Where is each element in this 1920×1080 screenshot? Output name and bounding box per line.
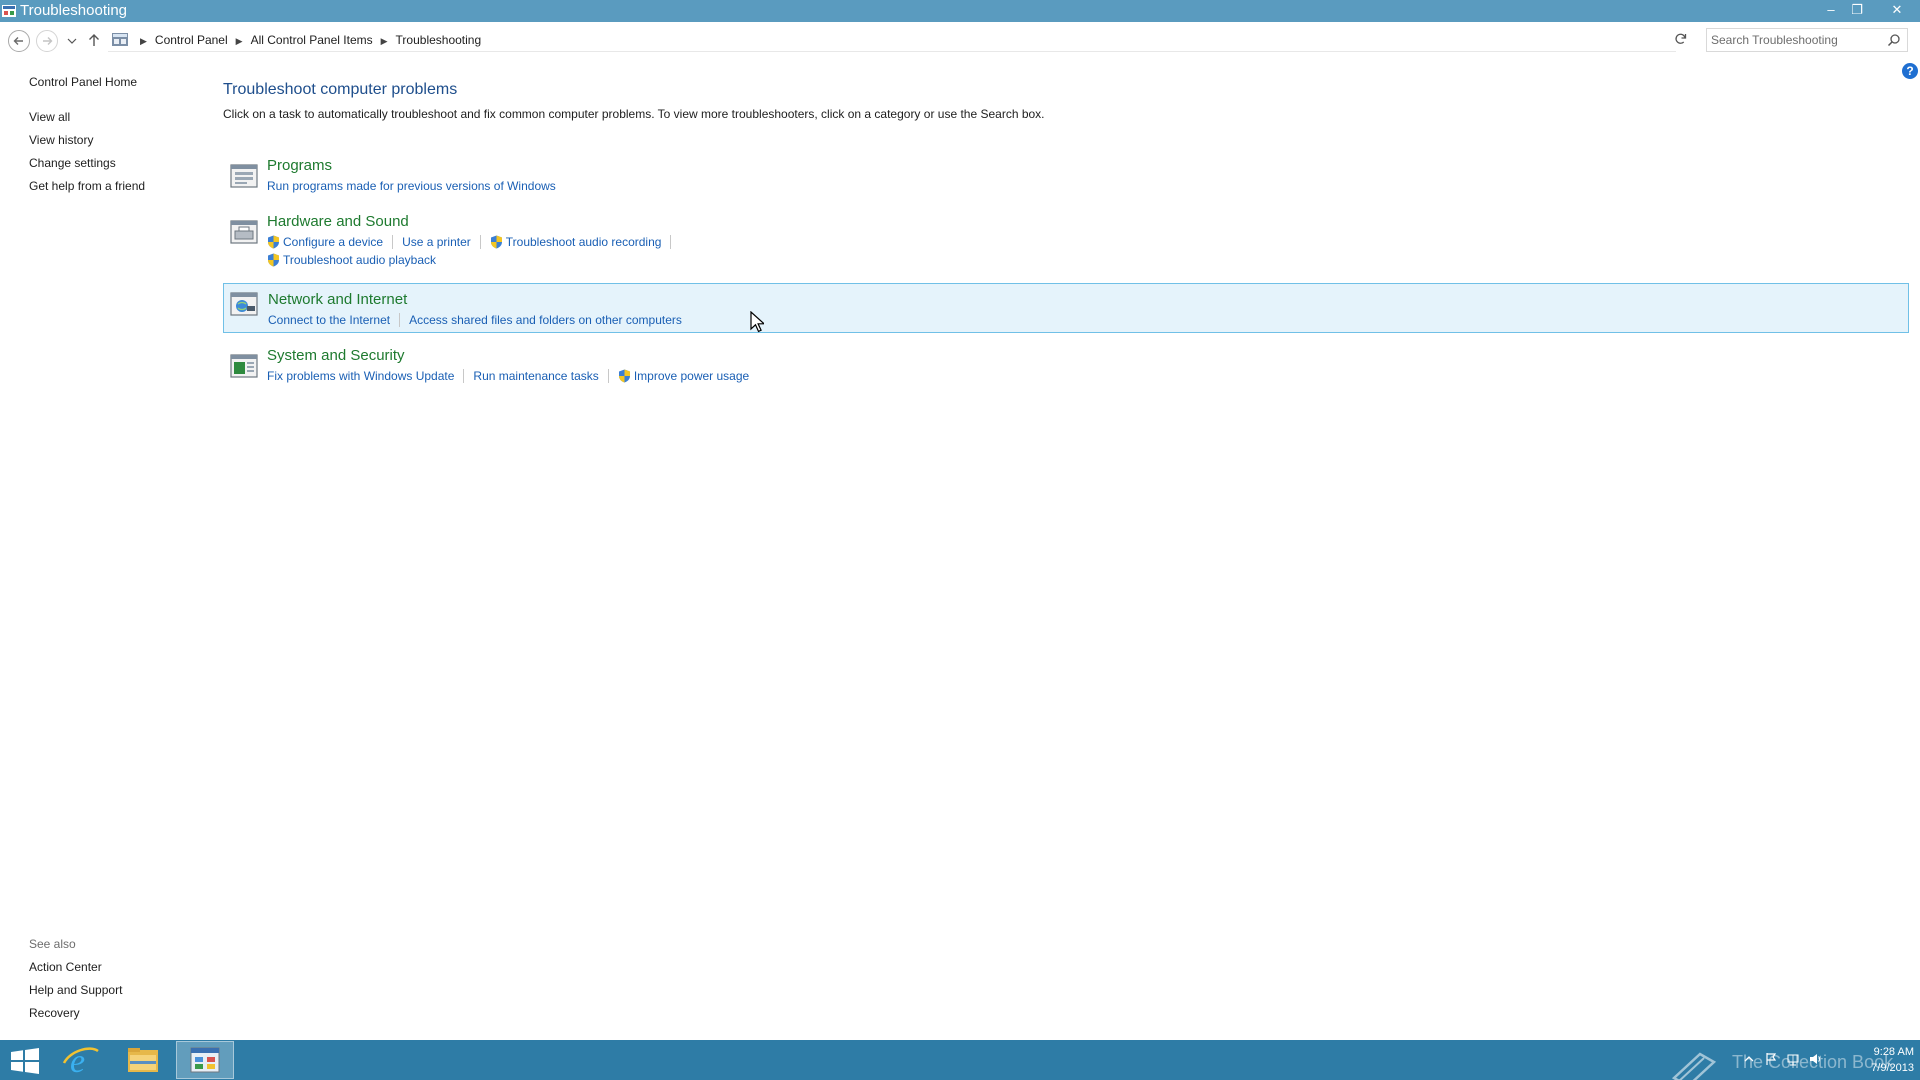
- breadcrumb-control-panel[interactable]: Control Panel: [155, 33, 228, 47]
- close-button[interactable]: ✕: [1880, 0, 1914, 20]
- chevron-right-icon[interactable]: ▶: [140, 36, 147, 46]
- folder-icon: [128, 1048, 158, 1072]
- search-icon[interactable]: [1887, 33, 1901, 47]
- clock-time: 9:28 AM: [1873, 1046, 1914, 1058]
- get-help-from-friend-link[interactable]: Get help from a friend: [29, 179, 145, 193]
- category-title-system-security[interactable]: System and Security: [267, 347, 405, 364]
- view-all-link[interactable]: View all: [29, 110, 70, 124]
- back-arrow-icon: [13, 37, 23, 45]
- view-history-link[interactable]: View history: [29, 133, 93, 147]
- show-hidden-icons-icon[interactable]: [1742, 1052, 1756, 1066]
- task-power-usage[interactable]: Improve power usage: [634, 369, 749, 383]
- control-panel-home-link[interactable]: Control Panel Home: [29, 75, 137, 89]
- task-divider: [479, 234, 481, 249]
- volume-icon[interactable]: [1808, 1052, 1822, 1066]
- address-bar[interactable]: ▶ Control Panel ▶ All Control Panel Items ▶ T…: [108, 28, 1767, 52]
- windows-start-icon[interactable]: [8, 1048, 42, 1074]
- search-box[interactable]: [1706, 28, 1908, 52]
- see-also-heading: See also: [29, 937, 76, 951]
- category-title-network-internet[interactable]: Network and Internet: [268, 291, 407, 308]
- chevron-right-icon[interactable]: ▶: [381, 36, 388, 46]
- navigation-bar: ▶ Control Panel ▶ All Control Panel Items ▶ T…: [0, 22, 1920, 58]
- recovery-link[interactable]: Recovery: [29, 1006, 80, 1020]
- chevron-right-icon[interactable]: ▶: [236, 36, 243, 46]
- minimize-button[interactable]: –: [1818, 0, 1844, 20]
- clock-date: 7/9/2013: [1871, 1062, 1914, 1074]
- help-icon[interactable]: ?: [1902, 63, 1918, 79]
- taskbar-file-explorer[interactable]: [114, 1041, 172, 1079]
- restore-button[interactable]: ❐: [1844, 0, 1870, 20]
- category-network-internet[interactable]: Network and Internet Connect to the Inte…: [223, 283, 1909, 333]
- task-run-old-programs[interactable]: Run programs made for previous versions …: [267, 179, 556, 193]
- mouse-cursor-icon: [750, 311, 764, 333]
- task-audio-recording[interactable]: Troubleshoot audio recording: [506, 235, 662, 249]
- task-divider: [670, 234, 672, 249]
- up-arrow-icon[interactable]: [86, 32, 102, 48]
- task-divider: [607, 368, 609, 383]
- window-title: Troubleshooting: [20, 2, 128, 19]
- back-button[interactable]: [8, 30, 30, 52]
- task-divider: [392, 234, 394, 249]
- system-tray: [1742, 1052, 1852, 1068]
- task-divider: [463, 368, 465, 383]
- category-title-hardware-sound[interactable]: Hardware and Sound: [267, 213, 409, 230]
- task-audio-playback[interactable]: Troubleshoot audio playback: [283, 253, 436, 267]
- clock[interactable]: 9:28 AM 7/9/2013: [1844, 1044, 1914, 1076]
- category-programs: Programs Run programs made for previous …: [223, 156, 1909, 200]
- breadcrumb: ▶ Control Panel ▶ All Control Panel Items ▶ T…: [132, 33, 481, 47]
- breadcrumb-all-items[interactable]: All Control Panel Items: [251, 33, 373, 47]
- recent-locations-chevron-icon[interactable]: [66, 35, 78, 47]
- internet-explorer-icon: e: [62, 1043, 99, 1080]
- shield-icon: [268, 235, 279, 249]
- action-center-flag-icon[interactable]: [1764, 1052, 1778, 1066]
- control-panel-icon: [2, 5, 16, 17]
- programs-icon: [230, 164, 258, 188]
- task-connect-internet[interactable]: Connect to the Internet: [268, 313, 390, 327]
- title-bar: Troubleshooting – ❐ ✕: [0, 0, 1920, 22]
- network-internet-icon: [230, 292, 258, 316]
- shield-icon: [618, 369, 630, 383]
- task-windows-update[interactable]: Fix problems with Windows Update: [267, 369, 454, 383]
- control-panel-icon: [190, 1047, 220, 1073]
- help-and-support-link[interactable]: Help and Support: [29, 983, 122, 997]
- task-maintenance[interactable]: Run maintenance tasks: [473, 369, 598, 383]
- forward-arrow-icon: [43, 37, 53, 45]
- control-panel-icon: [112, 33, 128, 46]
- action-center-link[interactable]: Action Center: [29, 960, 102, 974]
- left-pane: Control Panel Home View all View history…: [0, 60, 200, 1040]
- task-use-printer[interactable]: Use a printer: [402, 235, 471, 249]
- task-divider: [399, 312, 401, 327]
- category-hardware-sound: Hardware and Sound Configure a device Use…: [223, 212, 1909, 274]
- system-security-icon: [230, 354, 258, 378]
- shield-icon: [490, 235, 502, 249]
- taskbar: e The Collection Book 9:28 AM 7/9/2013: [0, 1040, 1920, 1080]
- forward-button[interactable]: [36, 30, 58, 52]
- task-shared-files[interactable]: Access shared files and folders on other…: [409, 313, 682, 327]
- hardware-sound-icon: [230, 220, 258, 244]
- taskbar-internet-explorer[interactable]: e: [52, 1041, 110, 1080]
- change-settings-link[interactable]: Change settings: [29, 156, 116, 170]
- task-configure-device[interactable]: Configure a device: [283, 235, 383, 249]
- book-logo-icon: [1671, 1052, 1717, 1080]
- category-title-programs[interactable]: Programs: [267, 157, 332, 174]
- shield-icon: [268, 253, 279, 267]
- page-title: Troubleshoot computer problems: [223, 81, 458, 98]
- page-description: Click on a task to automatically trouble…: [223, 107, 1045, 121]
- refresh-icon[interactable]: [1674, 32, 1688, 46]
- category-system-security: System and Security Fix problems with Wi…: [223, 346, 1909, 390]
- network-icon[interactable]: [1786, 1052, 1800, 1066]
- breadcrumb-troubleshooting[interactable]: Troubleshooting: [396, 33, 482, 47]
- search-input[interactable]: [1711, 32, 1881, 48]
- taskbar-control-panel[interactable]: [176, 1041, 234, 1079]
